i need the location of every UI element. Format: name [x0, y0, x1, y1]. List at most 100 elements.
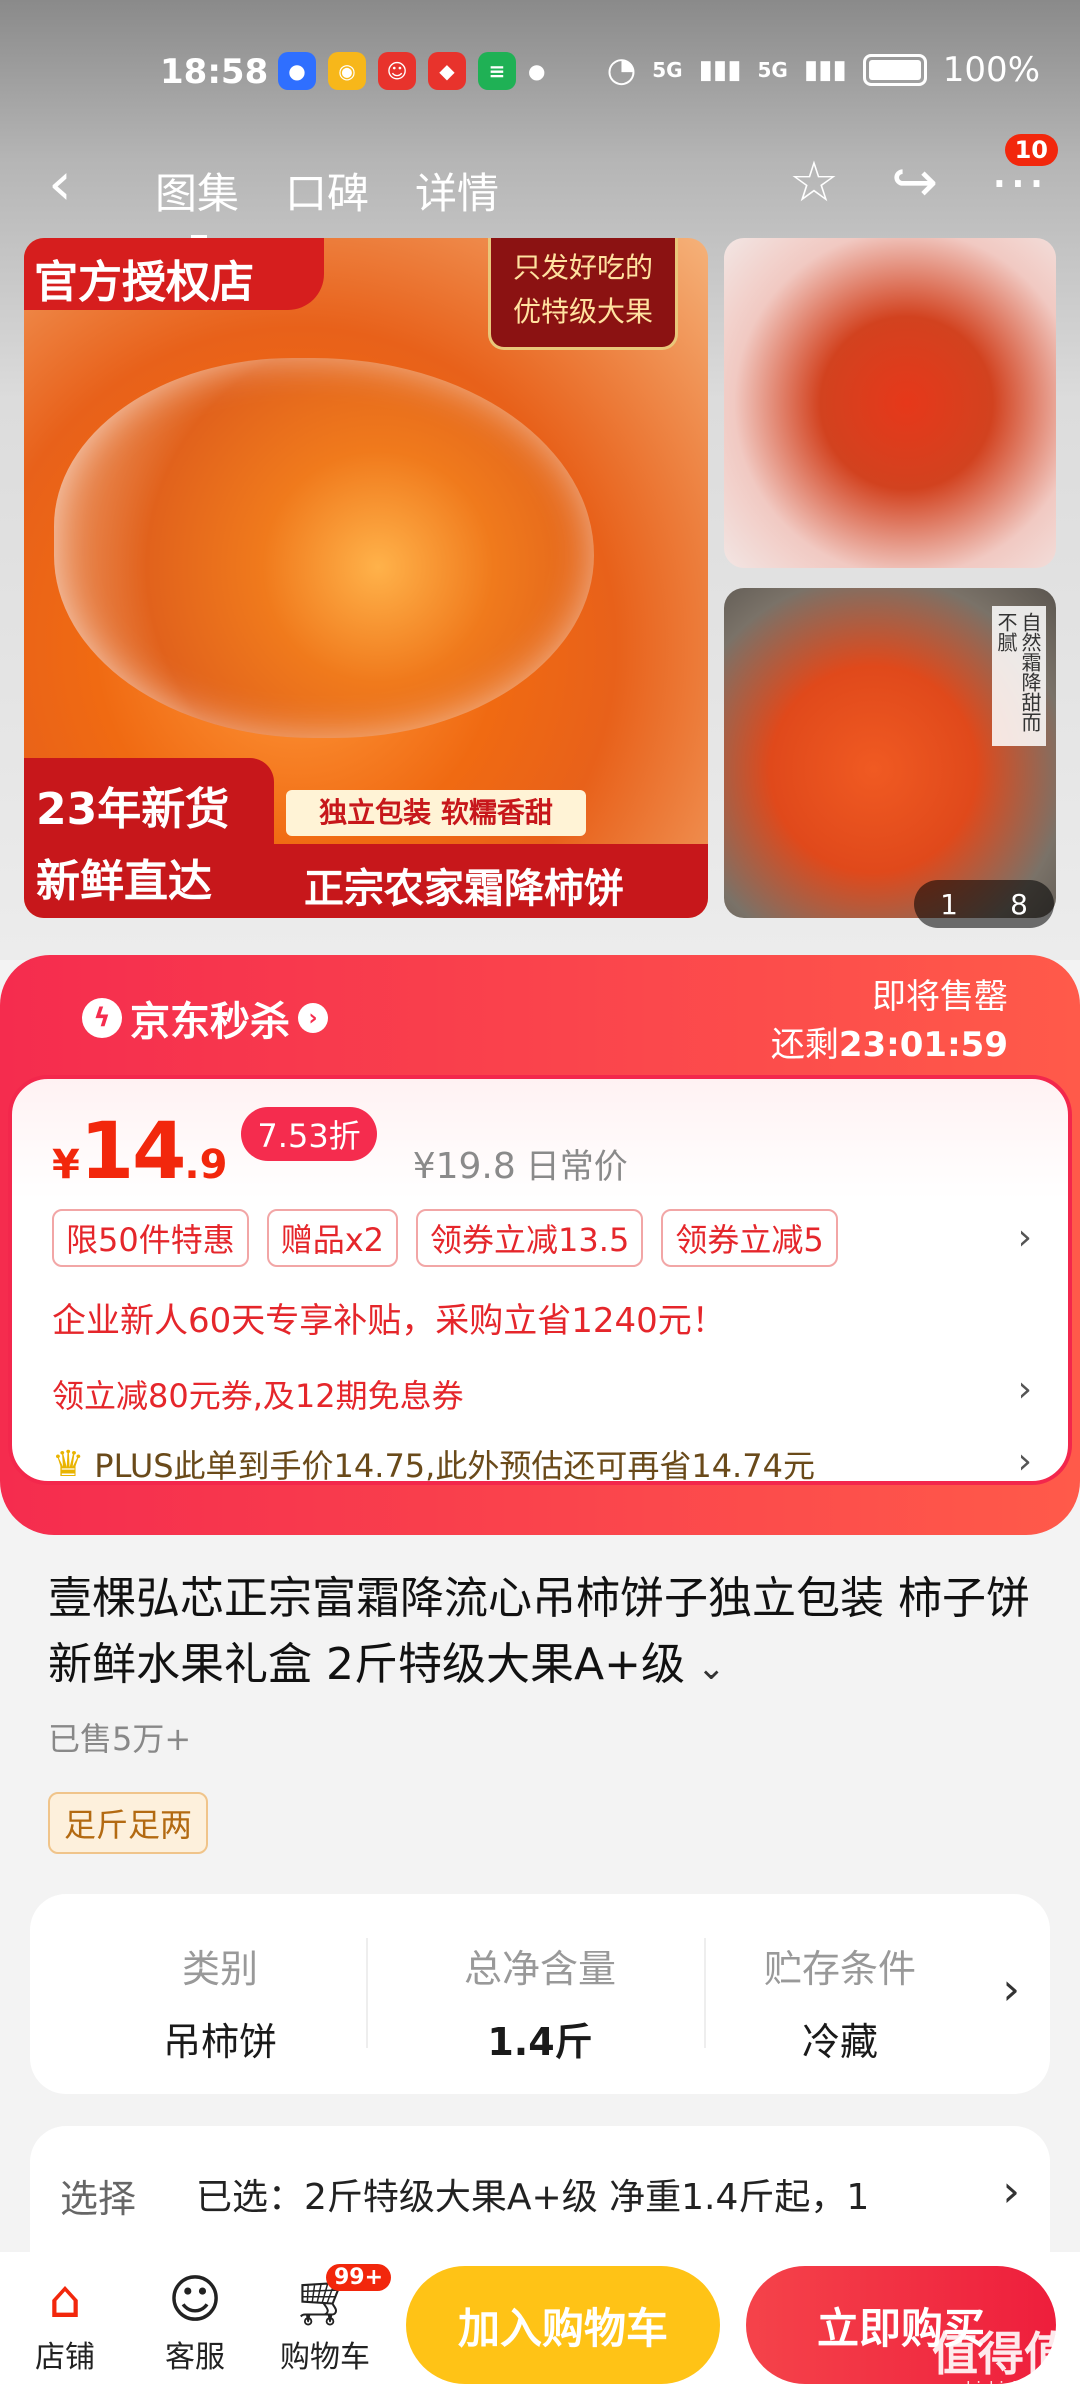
price-integer: 14: [79, 1107, 187, 1197]
spec-divider: [704, 1938, 706, 2048]
price-row: ¥ 14 .9 7.53折 ¥19.8 日常价: [52, 1107, 628, 1197]
sell-out-status: 即将售罄: [872, 977, 1008, 1017]
plus-price-text: PLUS此单到手价14.75,此外预估还可再省14.74元: [94, 1447, 815, 1485]
cart-label: 购物车: [280, 2340, 370, 2375]
fresh-line-2: 新鲜直达: [36, 856, 212, 907]
gallery-thumbnail-1[interactable]: [724, 238, 1056, 568]
top-nav: ‹ 图集 口碑 详情 ☆ ↪ ⋯ 10: [0, 134, 1080, 240]
store-label: 店铺: [35, 2340, 95, 2375]
add-to-cart-button[interactable]: 加入购物车: [406, 2266, 720, 2384]
spec-item-storage: 贮存条件 冷藏: [730, 1938, 950, 2066]
status-bar: 18:58 ● ◉ ☺ ◆ ≡ ● ◔ 5G ▮▮▮ 5G ▮▮▮ 100%: [0, 0, 1080, 140]
promo-tag[interactable]: 领券立减5: [661, 1209, 838, 1267]
status-time: 18:58: [160, 52, 269, 92]
chevron-right-icon[interactable]: ›: [1002, 1964, 1020, 2015]
message-icon: ≡: [478, 52, 516, 90]
watermark-logo: 值得值: [932, 2327, 1070, 2381]
chevron-right-icon[interactable]: ›: [1018, 1369, 1032, 1410]
tab-gallery[interactable]: 图集: [155, 160, 239, 239]
main-product-image[interactable]: 官方授权店 只发好吃的 优特级大果 23年新货 新鲜直达 独立包装 软糯香甜 正…: [24, 238, 708, 918]
spec-divider: [366, 1938, 368, 2048]
pinduoduo-icon: ◆: [428, 52, 466, 90]
packaging-tag: 独立包装 软糯香甜: [286, 790, 586, 836]
specs-card[interactable]: 类别 吊柿饼 总净含量 1.4斤 贮存条件 冷藏 ›: [30, 1894, 1050, 2094]
customer-service-button[interactable]: ☺ 客服: [140, 2268, 250, 2376]
spec-item-category: 类别 吊柿饼: [70, 1938, 370, 2066]
spec-value: 1.4斤: [487, 2020, 593, 2064]
fresh-banner: 23年新货 新鲜直达: [24, 758, 274, 918]
flash-sale-section: ϟ 京东秒杀 › 即将售罄 还剩23:01:59 ¥ 14 .9 7.53折 ¥…: [0, 955, 1080, 1535]
chevron-right-icon[interactable]: ›: [1018, 1217, 1032, 1258]
signal-bars-icon-2: ▮▮▮: [803, 55, 847, 85]
lightning-icon: ϟ: [82, 998, 122, 1038]
cart-badge: 99+: [326, 2264, 392, 2291]
store-icon: ⌂: [48, 2270, 82, 2330]
spec-label: 贮存条件: [763, 1947, 916, 1991]
spec-value: 冷藏: [801, 2020, 878, 2064]
product-title[interactable]: 壹棵弘芯正宗富霜降流心吊柿饼子独立包装 柿子饼新鲜水果礼盒 2斤特级大果A+级 ⌄: [48, 1566, 1038, 1701]
battery-icon: [862, 54, 927, 86]
tab-reviews[interactable]: 口碑: [285, 160, 369, 221]
message-badge: 10: [1004, 134, 1058, 166]
cart-button[interactable]: 🛒︎ 购物车 99+: [270, 2264, 392, 2376]
status-right: ◔ 5G ▮▮▮ 5G ▮▮▮ 100%: [607, 50, 1040, 90]
share-icon[interactable]: ↪: [891, 150, 938, 215]
chevron-right-icon[interactable]: ›: [1018, 1441, 1032, 1482]
official-store-banner: 官方授权店: [24, 238, 324, 310]
product-slogan: 正宗农家霜降柿饼: [274, 844, 708, 918]
countdown: 还剩23:01:59: [771, 1021, 1008, 1069]
signal-5g-2: 5G: [757, 58, 788, 82]
promo-tag[interactable]: 限50件特惠: [52, 1209, 249, 1267]
price-currency: ¥: [52, 1142, 80, 1188]
more-notifications-icon: ●: [528, 59, 546, 83]
baidu-icon: ●: [278, 52, 316, 90]
back-icon[interactable]: ‹: [48, 154, 72, 214]
plus-price-row[interactable]: ♛ PLUS此单到手价14.75,此外预估还可再省14.74元: [52, 1441, 815, 1487]
flash-sale-status: 即将售罄 还剩23:01:59: [771, 973, 1008, 1069]
image-counter-total: 8: [1010, 887, 1028, 921]
weight-guarantee-tag: 足斤足两: [48, 1792, 209, 1854]
badge-line-2: 优特级大果: [512, 295, 653, 328]
notification-icons: ● ◉ ☺ ◆ ≡ ●: [278, 52, 545, 90]
battery-percent: 100%: [942, 50, 1040, 90]
fresh-line-1: 23年新货: [36, 784, 230, 835]
store-button[interactable]: ⌂ 店铺: [10, 2268, 120, 2376]
original-price-label: 日常价: [525, 1147, 628, 1187]
weibo-icon: ◉: [328, 52, 366, 90]
thumbnail-caption: 自然霜降甜而不腻: [992, 606, 1046, 746]
promo-tags[interactable]: 限50件特惠 赠品x2 领券立减13.5 领券立减5: [52, 1209, 838, 1267]
spec-item-net-weight: 总净含量 1.4斤: [390, 1938, 690, 2066]
selection-label: 选择: [60, 2177, 137, 2221]
watermark-url: zhizhizhi.com: [957, 2378, 1066, 2397]
gallery-thumbnail-2[interactable]: 自然霜降甜而不腻: [724, 588, 1056, 918]
customer-service-icon: ☺: [167, 2270, 223, 2330]
image-counter: 1 8: [914, 880, 1054, 928]
premium-fruit-badge: 只发好吃的 优特级大果: [488, 238, 678, 350]
new-user-subsidy: 企业新人60天专享补贴，采购立省1240元！: [52, 1301, 726, 1341]
crown-icon: ♛: [52, 1443, 85, 1485]
image-counter-current: 1: [940, 887, 958, 921]
spec-label: 总净含量: [463, 1947, 616, 1991]
signal-bars-icon: ▮▮▮: [698, 55, 742, 85]
wifi-icon: ◔: [606, 50, 637, 90]
selection-value: 已选：2斤特级大果A+级 净重1.4斤起，1: [196, 2177, 870, 2218]
promo-tag[interactable]: 领券立减13.5: [416, 1209, 644, 1267]
discount-badge: 7.53折: [241, 1107, 377, 1161]
badge-line-1: 只发好吃的: [512, 251, 653, 284]
persimmon-image: [54, 358, 594, 738]
price-card: ¥ 14 .9 7.53折 ¥19.8 日常价 限50件特惠 赠品x2 领券立减…: [8, 1075, 1072, 1485]
service-label: 客服: [165, 2340, 225, 2375]
promo-tag[interactable]: 赠品x2: [266, 1209, 399, 1267]
chevron-right-icon[interactable]: ›: [1002, 2166, 1020, 2217]
tab-details[interactable]: 详情: [415, 160, 499, 221]
sold-count: 已售5万+: [48, 1720, 192, 1758]
countdown-prefix: 还剩: [770, 1025, 839, 1065]
flash-sale-logo[interactable]: ϟ 京东秒杀 ›: [82, 989, 328, 1047]
bottom-action-bar: ⌂ 店铺 ☺ 客服 🛒︎ 购物车 99+ 加入购物车 立即购买: [0, 2252, 1080, 2400]
xiaohongshu-icon: ☺: [378, 52, 416, 90]
spec-value: 吊柿饼: [162, 2020, 277, 2064]
favorite-star-icon[interactable]: ☆: [789, 150, 839, 215]
image-footer: 23年新货 新鲜直达 独立包装 软糯香甜 正宗农家霜降柿饼: [24, 758, 708, 918]
chevron-down-icon[interactable]: ⌄: [697, 1648, 726, 1688]
coupon-row[interactable]: 领立减80元券,及12期免息券: [52, 1371, 464, 1417]
